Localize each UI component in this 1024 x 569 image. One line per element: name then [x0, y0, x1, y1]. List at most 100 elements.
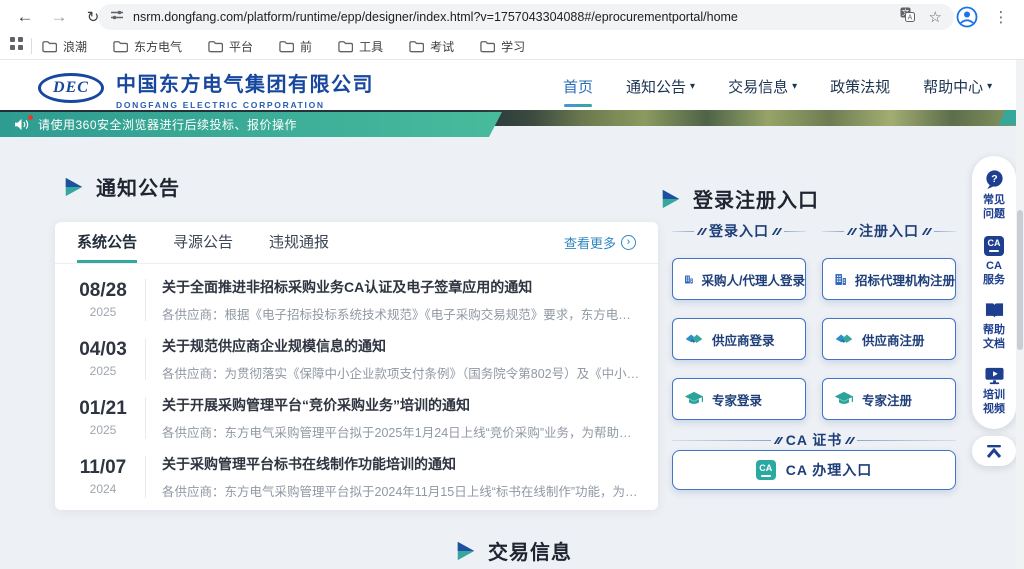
bookmark-folder[interactable]: 东方电气: [113, 38, 182, 55]
view-more-link[interactable]: 查看更多 ›: [564, 233, 636, 263]
nav-notices[interactable]: 通知公告: [626, 76, 695, 97]
profile-avatar[interactable]: [954, 4, 980, 30]
dec-logo[interactable]: DEC: [38, 73, 104, 103]
company-name-cn: 中国东方电气集团有限公司: [116, 68, 374, 97]
bookmark-folder[interactable]: 考试: [409, 38, 454, 55]
sidebar-item-ca-service[interactable]: CA CA服务: [979, 236, 1009, 288]
notice-desc: 各供应商：东方电气采购管理平台拟于2025年1月24日上线“竞价采购”业务，为帮…: [162, 422, 640, 441]
expert-register-button[interactable]: 专家注册: [822, 378, 956, 420]
login-section-heading: 登录注册入口: [660, 184, 819, 213]
site-info-icon[interactable]: [110, 8, 124, 27]
sidebar-item-help-docs[interactable]: 帮助文档: [979, 301, 1009, 352]
divider: [145, 397, 146, 439]
nav-policies[interactable]: 政策法规: [830, 76, 890, 97]
handshake-icon: [684, 332, 704, 347]
scrollbar-track[interactable]: [1016, 60, 1024, 569]
bookmark-star-icon[interactable]: ☆: [929, 8, 942, 26]
browser-toolbar: ← → ↻ nsrm.dongfang.com/platform/runtime…: [0, 0, 1024, 33]
company-name: 中国东方电气集团有限公司 DONGFANG ELECTRIC CORPORATI…: [116, 68, 374, 110]
notice-title[interactable]: 关于采购管理平台标书在线制作功能培训的通知: [162, 454, 640, 474]
announcement-text: 请使用360安全浏览器进行后续投标、报价操作: [38, 116, 297, 133]
notice-date: 08/28 2025: [67, 280, 139, 319]
bookmark-folder[interactable]: 平台: [208, 38, 253, 55]
notice-row[interactable]: 08/28 2025 关于全面推进非招标采购业务CA认证及电子签章应用的通知 各…: [55, 270, 658, 329]
notice-title[interactable]: 关于开展采购管理平台“竞价采购业务”培训的通知: [162, 395, 640, 415]
tab-sourcing-notices[interactable]: 寻源公告: [173, 231, 233, 263]
notice-row[interactable]: 04/03 2025 关于规范供应商企业规模信息的通知 各供应商：为贯彻落实《保…: [55, 329, 658, 388]
trade-section-title: 交易信息: [488, 536, 572, 565]
notice-section-heading: 通知公告: [63, 172, 180, 201]
scrollbar-thumb[interactable]: [1017, 210, 1023, 350]
notice-title[interactable]: 关于规范供应商企业规模信息的通知: [162, 336, 640, 356]
section-arrow-icon: [63, 176, 85, 198]
bookmark-folder[interactable]: 工具: [338, 38, 383, 55]
notice-desc: 各供应商：为贯彻落实《保障中小企业款项支付条例》（国务院令第802号）及《中小企…: [162, 363, 640, 382]
section-arrow-icon: [455, 540, 477, 562]
bookmark-folder[interactable]: 学习: [480, 38, 525, 55]
ca-card-icon: CA: [984, 236, 1004, 256]
notice-list: 08/28 2025 关于全面推进非招标采购业务CA认证及电子签章应用的通知 各…: [55, 270, 658, 506]
chevron-right-icon: ›: [621, 235, 636, 250]
video-monitor-icon: [984, 366, 1005, 385]
sidebar-item-faq[interactable]: ? 常见问题: [979, 169, 1009, 222]
notification-dot: [28, 115, 33, 120]
notice-row[interactable]: 01/21 2025 关于开展采购管理平台“竞价采购业务”培训的通知 各供应商：…: [55, 388, 658, 447]
nav-trade-info[interactable]: 交易信息: [728, 76, 797, 97]
back-icon[interactable]: ←: [12, 4, 38, 30]
book-icon: [984, 301, 1005, 320]
divider: [145, 338, 146, 380]
svg-text:?: ?: [991, 173, 997, 185]
apps-grid-icon[interactable]: [10, 37, 23, 55]
trade-section-heading: 交易信息: [455, 536, 572, 565]
supplier-register-button[interactable]: 供应商注册: [822, 318, 956, 360]
main-nav: 首页 通知公告 交易信息 政策法规 帮助中心: [563, 74, 992, 98]
graduation-cap-icon: [684, 391, 704, 407]
login-button-grid: 采购人/代理人登录 招标代理机构注册 供应商登录 供应商注册: [672, 258, 956, 420]
address-bar[interactable]: nsrm.dongfang.com/platform/runtime/epp/d…: [98, 4, 954, 30]
question-bubble-icon: ?: [984, 169, 1005, 190]
notice-tabs: 系统公告 寻源公告 违规通报 查看更多 ›: [55, 222, 658, 264]
to-top-icon: [985, 444, 1003, 458]
section-arrow-icon: [660, 188, 682, 210]
building-icon: [684, 271, 694, 288]
divider: [145, 279, 146, 321]
divider: [145, 456, 146, 498]
back-to-top-button[interactable]: [972, 436, 1016, 466]
graduation-cap-icon: [834, 391, 854, 407]
notice-title[interactable]: 关于全面推进非招标采购业务CA认证及电子签章应用的通知: [162, 277, 640, 297]
screen: ← → ↻ nsrm.dongfang.com/platform/runtime…: [0, 0, 1024, 569]
bookmarks-divider: [31, 38, 32, 54]
ca-cert-label-row: CA 证书: [672, 430, 956, 450]
supplier-login-button[interactable]: 供应商登录: [672, 318, 806, 360]
ca-badge-icon: CA: [756, 460, 776, 480]
company-name-en: DONGFANG ELECTRIC CORPORATION: [116, 100, 374, 110]
notice-date: 04/03 2025: [67, 339, 139, 378]
nav-help-center[interactable]: 帮助中心: [923, 76, 992, 97]
announcement-banner: 请使用360安全浏览器进行后续投标、报价操作: [0, 112, 502, 137]
expert-login-button[interactable]: 专家登录: [672, 378, 806, 420]
buyer-agent-login-button[interactable]: 采购人/代理人登录: [672, 258, 806, 300]
translate-icon[interactable]: 文 A: [900, 7, 915, 27]
tab-violation-reports[interactable]: 违规通报: [269, 231, 329, 263]
nav-home[interactable]: 首页: [563, 76, 593, 97]
url-text[interactable]: nsrm.dongfang.com/platform/runtime/epp/d…: [133, 10, 900, 24]
handshake-icon: [834, 332, 854, 347]
sidebar-item-training-videos[interactable]: 培训视频: [979, 366, 1009, 417]
ca-apply-button[interactable]: CA CA 办理入口: [672, 450, 956, 490]
entry-labels-row: 登录入口 注册入口: [672, 221, 956, 241]
notice-desc: 各供应商：东方电气采购管理平台拟于2024年11月15日上线“标书在线制作”功能…: [162, 481, 640, 500]
notice-row[interactable]: 11/07 2024 关于采购管理平台标书在线制作功能培训的通知 各供应商：东方…: [55, 447, 658, 506]
building-icon: [834, 271, 847, 288]
bidding-agency-register-button[interactable]: 招标代理机构注册: [822, 258, 956, 300]
tab-system-notices[interactable]: 系统公告: [77, 231, 137, 263]
bookmark-folder[interactable]: 前: [279, 38, 312, 55]
notice-desc: 各供应商：根据《电子招标投标系统技术规范》《电子采购交易规范》要求，东方电气采购…: [162, 304, 640, 323]
register-entry-label: 注册入口: [822, 221, 956, 241]
site-header: DEC 中国东方电气集团有限公司 DONGFANG ELECTRIC CORPO…: [0, 60, 1024, 112]
bookmarks-bar: 浪潮 东方电气 平台 前 工具 考试 学习: [0, 33, 1024, 60]
login-entry-label: 登录入口: [672, 221, 806, 241]
svg-text:A: A: [907, 15, 912, 22]
browser-menu-icon[interactable]: ⋮: [990, 4, 1012, 30]
bookmark-folder[interactable]: 浪潮: [42, 38, 87, 55]
forward-icon[interactable]: →: [46, 4, 72, 30]
